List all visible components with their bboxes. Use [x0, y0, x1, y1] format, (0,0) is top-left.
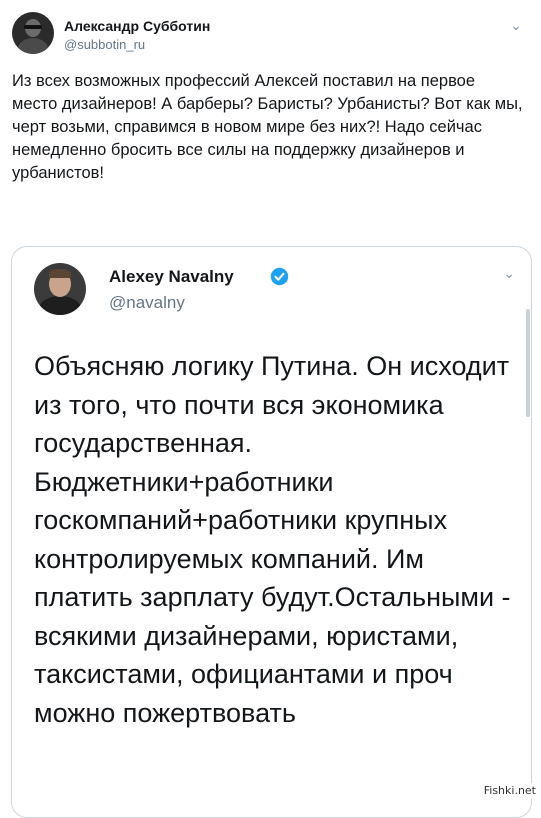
outer-tweet-header: Александр Субботин @subbotin_ru ⌄	[12, 12, 529, 56]
verified-badge-icon	[270, 267, 289, 286]
outer-author-avatar[interactable]	[12, 12, 54, 54]
quoted-author-name[interactable]: Alexey Navalny	[109, 267, 234, 287]
chevron-down-icon[interactable]: ⌄	[503, 265, 515, 282]
outer-tweet-text: Из всех возможных профессий Алексей пост…	[12, 72, 523, 182]
quoted-tweet-text: Объясняю логику Путина. Он исходит из то…	[34, 351, 511, 728]
scrollbar[interactable]	[526, 309, 530, 417]
chevron-down-icon[interactable]: ⌄	[507, 16, 525, 34]
outer-author-handle[interactable]: @subbotin_ru	[64, 37, 145, 52]
watermark: Fishki.net	[480, 783, 539, 798]
quoted-author-avatar[interactable]	[34, 263, 86, 315]
outer-author-name[interactable]: Александр Субботин	[64, 18, 210, 34]
quoted-author-handle[interactable]: @navalny	[109, 293, 185, 313]
quoted-tweet-card[interactable]: Alexey Navalny @navalny ⌄ Объясняю логик…	[11, 246, 532, 818]
